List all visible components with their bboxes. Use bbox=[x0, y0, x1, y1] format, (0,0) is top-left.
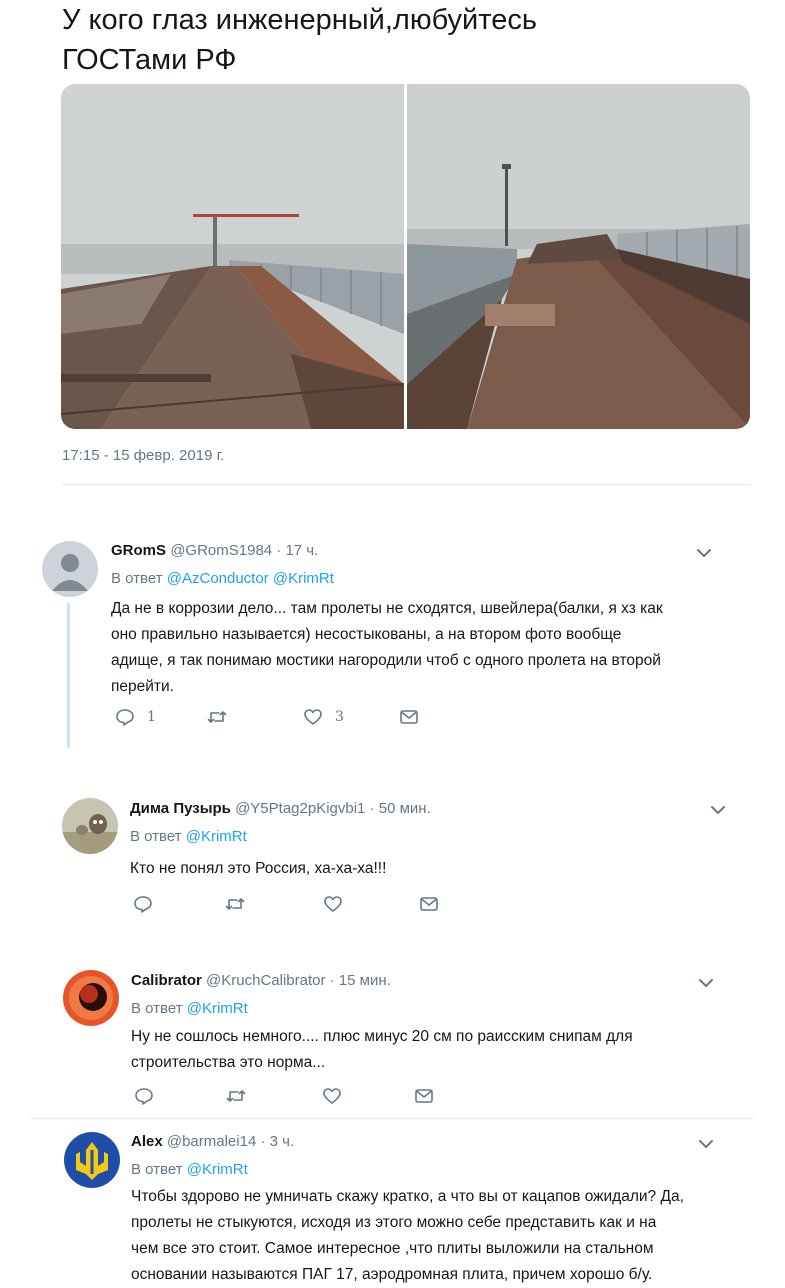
handle-and-time[interactable]: @GRomS1984 · 17 ч. bbox=[170, 542, 318, 559]
action-bar bbox=[134, 1086, 434, 1106]
reply-header: Дима Пузырь @Y5Ptag2pKigvbi1 · 50 мин. bbox=[130, 799, 431, 819]
handle-and-time[interactable]: @barmalei14 · 3 ч. bbox=[167, 1133, 294, 1150]
retweet-icon bbox=[207, 711, 227, 723]
tweet-timestamp[interactable]: 17:15 - 15 февр. 2019 г. bbox=[62, 447, 224, 464]
reply-text-line: строительства это норма... bbox=[131, 1054, 326, 1071]
display-name[interactable]: GRomS bbox=[111, 542, 166, 559]
reply-icon bbox=[135, 1088, 153, 1105]
avatar[interactable] bbox=[42, 541, 98, 597]
reply-to: В ответ @AzConductor @KrimRt bbox=[111, 569, 334, 589]
reply-count: 1 bbox=[147, 709, 156, 725]
reply-to: В ответ @KrimRt bbox=[131, 1160, 248, 1180]
bridge-photo-left[interactable] bbox=[61, 84, 404, 429]
display-name[interactable]: Calibrator bbox=[131, 972, 202, 989]
mention-link[interactable]: @KrimRt bbox=[186, 828, 247, 845]
action-bar bbox=[133, 894, 439, 914]
like-icon bbox=[304, 709, 322, 725]
tweet-text: У кого глаз инженерный,любуйтесь ГОСТами… bbox=[62, 0, 762, 80]
display-name[interactable]: Дима Пузырь bbox=[130, 800, 231, 817]
reply-text-line: перейти. bbox=[111, 678, 174, 695]
handle-and-time[interactable]: @Y5Ptag2pKigvbi1 · 50 мин. bbox=[235, 800, 431, 817]
reply-prefix: В ответ bbox=[131, 1000, 183, 1017]
reply-text: Ну не сошлось немного.... плюс минус 20 … bbox=[131, 1024, 731, 1076]
like-button[interactable] bbox=[322, 1086, 414, 1106]
reply-text-line: основании называются ПАГ 17, аэродромная… bbox=[131, 1266, 653, 1283]
chevron-down-icon[interactable] bbox=[709, 801, 727, 824]
reply-text-line: оно правильно называется) несостыкованы,… bbox=[111, 626, 622, 643]
chevron-down-icon[interactable] bbox=[697, 974, 715, 997]
reply-to: В ответ @KrimRt bbox=[131, 999, 248, 1019]
mention-link[interactable]: @KrimRt bbox=[273, 570, 334, 587]
avatar[interactable] bbox=[62, 798, 118, 854]
like-icon bbox=[324, 896, 342, 912]
dm-button[interactable] bbox=[399, 707, 419, 727]
divider bbox=[30, 1118, 755, 1119]
reply-header: Alex @barmalei14 · 3 ч. bbox=[131, 1132, 294, 1152]
retweet-button[interactable] bbox=[207, 707, 303, 727]
reply-header: GRomS @GRomS1984 · 17 ч. bbox=[111, 541, 318, 561]
reply-icon bbox=[134, 896, 152, 913]
avatar[interactable] bbox=[63, 970, 119, 1026]
reply-prefix: В ответ bbox=[111, 570, 163, 587]
reply-prefix: В ответ bbox=[130, 828, 182, 845]
tweet-media[interactable] bbox=[61, 84, 750, 429]
chevron-down-icon[interactable] bbox=[697, 1135, 715, 1158]
reply-text-line: пролеты не стыкуются, исходя из этого мо… bbox=[131, 1214, 657, 1231]
retweet-icon bbox=[226, 1090, 246, 1102]
like-button[interactable] bbox=[323, 894, 419, 914]
reply-text: Да не в коррозии дело... там пролеты не … bbox=[111, 596, 731, 700]
handle-and-time[interactable]: @KruchCalibrator · 15 мин. bbox=[206, 972, 391, 989]
divider bbox=[62, 484, 750, 485]
like-button[interactable]: 3 bbox=[303, 707, 399, 727]
reply-text: Кто не понял это Россия, ха-ха-ха!!! bbox=[130, 856, 730, 882]
dm-button[interactable] bbox=[419, 894, 439, 914]
reply-button[interactable] bbox=[133, 894, 225, 914]
dm-icon bbox=[415, 1089, 433, 1103]
tweet-text-line: ГОСТами РФ bbox=[62, 44, 237, 76]
reply-text-line: адище, я так понимаю мостики нагородили … bbox=[111, 652, 661, 669]
retweet-icon bbox=[225, 898, 245, 910]
reply-to: В ответ @KrimRt bbox=[130, 827, 247, 847]
retweet-button[interactable] bbox=[226, 1086, 322, 1106]
reply-text-line: Ну не сошлось немного.... плюс минус 20 … bbox=[131, 1028, 633, 1045]
mention-link[interactable]: @AzConductor bbox=[167, 570, 269, 587]
bridge-photo-right[interactable] bbox=[407, 84, 750, 429]
mention-link[interactable]: @KrimRt bbox=[187, 1161, 248, 1178]
reply-prefix: В ответ bbox=[131, 1161, 183, 1178]
reply-text-line: чем все это стоит. Самое интересное ,что… bbox=[131, 1240, 654, 1257]
dm-button[interactable] bbox=[414, 1086, 434, 1106]
reply-text-line: Да не в коррозии дело... там пролеты не … bbox=[111, 600, 663, 617]
dm-icon bbox=[400, 710, 418, 724]
reply-button[interactable]: 1 bbox=[115, 707, 207, 727]
reply-icon bbox=[116, 709, 134, 726]
display-name[interactable]: Alex bbox=[131, 1133, 163, 1150]
like-icon bbox=[323, 1088, 341, 1104]
mention-link[interactable]: @KrimRt bbox=[187, 1000, 248, 1017]
reply-text: Чтобы здорово не умничать скажу кратко, … bbox=[131, 1184, 751, 1288]
action-bar: 1 3 bbox=[115, 707, 419, 727]
avatar[interactable] bbox=[64, 1132, 120, 1188]
chevron-down-icon[interactable] bbox=[695, 544, 713, 567]
dm-icon bbox=[420, 897, 438, 911]
thread-line bbox=[67, 603, 70, 748]
tweet-text-line: У кого глаз инженерный,любуйтесь bbox=[62, 4, 537, 36]
reply-text-line: Чтобы здорово не умничать скажу кратко, … bbox=[131, 1188, 684, 1205]
reply-button[interactable] bbox=[134, 1086, 226, 1106]
reply-text-line: Кто не понял это Россия, ха-ха-ха!!! bbox=[130, 860, 387, 877]
reply-header: Calibrator @KruchCalibrator · 15 мин. bbox=[131, 971, 391, 991]
retweet-button[interactable] bbox=[225, 894, 323, 914]
like-count: 3 bbox=[335, 709, 344, 725]
